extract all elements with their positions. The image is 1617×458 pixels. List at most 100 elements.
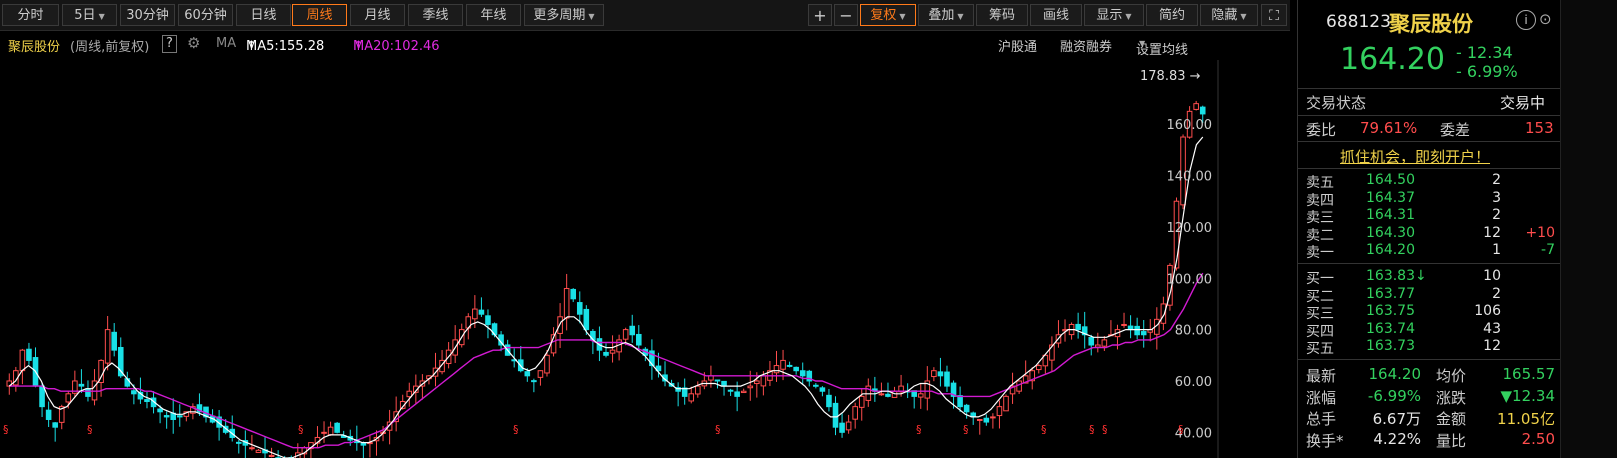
dividend-marker-icon[interactable]: §	[298, 423, 304, 436]
ask-price: 164.20	[1366, 242, 1415, 258]
candle-down	[334, 422, 340, 433]
chevron-down-icon: ▼	[98, 12, 105, 21]
dividend-marker-icon[interactable]: §	[963, 423, 969, 436]
candle-down	[819, 387, 826, 392]
bid-row[interactable]: 买五 163.73 12	[1298, 338, 1561, 357]
quote-panel: 688123 聚辰股份 i ⊙ 164.20 - 12.34 - 6.99% 交…	[1297, 0, 1561, 458]
settings-gear-icon[interactable]: ⚙	[187, 34, 200, 52]
fullscreen-button[interactable]: ⛶	[1261, 4, 1287, 26]
fuquan-dropdown[interactable]: 复权 ▼	[860, 4, 916, 26]
fullscreen-icon: ⛶	[1269, 8, 1279, 24]
bid-price: 163.77	[1366, 285, 1415, 302]
candle-down	[721, 380, 727, 387]
ask-row[interactable]: 卖一 164.20 1 -7	[1298, 242, 1561, 261]
link-margin-trading[interactable]: 融资融券	[1060, 36, 1112, 55]
ask-row[interactable]: 卖四 164.37 3	[1298, 189, 1561, 209]
bid-price: 163.74	[1366, 320, 1415, 337]
candle-up	[996, 406, 1003, 417]
tab-30min[interactable]: 30分钟	[120, 4, 175, 26]
draw-line-button[interactable]: 画线	[1030, 4, 1082, 26]
dividend-marker-icon[interactable]: §	[715, 423, 721, 436]
dividend-marker-icon[interactable]: §	[1041, 423, 1047, 436]
candle-down	[1140, 331, 1147, 336]
candle-down	[839, 422, 845, 433]
bid-row[interactable]: 买三 163.75 106	[1298, 303, 1561, 322]
stat-value: ▼12.34	[1500, 386, 1555, 405]
tab-fenshi[interactable]: 分时	[2, 4, 59, 26]
link-hugutong[interactable]: 沪股通	[998, 36, 1037, 55]
kline-chart[interactable]: 160.00140.00120.00100.0080.0060.0040.00 …	[0, 60, 1290, 458]
stock-code: 688123	[1326, 12, 1391, 32]
candle-down	[485, 315, 491, 325]
overlay-dropdown[interactable]: 叠加 ▼	[918, 4, 974, 26]
tab-monthly[interactable]: 月线	[350, 4, 405, 26]
ask-row[interactable]: 卖五 164.50 2	[1298, 172, 1561, 191]
ask-volume: 3	[1492, 189, 1501, 206]
ask-label: 卖一	[1306, 245, 1334, 261]
zoom-in-button[interactable]: +	[808, 4, 832, 26]
y-tick-label: 120.00	[1167, 221, 1213, 236]
candle-down	[78, 383, 85, 387]
y-tick-label: 100.00	[1167, 272, 1213, 287]
tab-weekly[interactable]: 周线	[292, 4, 347, 26]
candle-down	[734, 391, 740, 397]
candle-down	[531, 380, 537, 383]
help-button[interactable]: ?	[162, 35, 177, 53]
chip-button[interactable]: 筹码	[976, 4, 1028, 26]
tab-daily[interactable]: 日线	[236, 4, 291, 26]
bid-row[interactable]: 买二 163.77 2	[1298, 285, 1561, 305]
open-account-link[interactable]: 抓住机会，即刻开户！	[1340, 146, 1490, 167]
dividend-marker-icon[interactable]: §	[513, 423, 519, 436]
candle-down	[1088, 337, 1095, 346]
simple-mode-button[interactable]: 简约	[1146, 4, 1198, 26]
stat-label: 涨跌	[1436, 388, 1467, 407]
display-dropdown[interactable]: 显示 ▼	[1084, 4, 1144, 26]
bid-row[interactable]: 买一 163.83↓ 10	[1298, 268, 1561, 287]
dividend-marker-icon[interactable]: §	[916, 423, 922, 436]
candle-up	[780, 359, 786, 370]
tab-5day[interactable]: 5日 ▼	[62, 4, 117, 26]
stat-value: 11.05亿	[1497, 410, 1555, 428]
weibi-value: 79.61%	[1360, 119, 1418, 137]
zoom-out-button[interactable]: −	[834, 4, 858, 26]
bid-row[interactable]: 买四 163.74 43	[1298, 320, 1561, 340]
info-icon[interactable]: i	[1516, 10, 1536, 30]
candle-down	[714, 379, 721, 382]
ask-row[interactable]: 卖二 164.30 12 +10	[1298, 225, 1561, 244]
candle-down	[727, 389, 734, 392]
candle-down	[570, 288, 577, 300]
candle-up	[740, 390, 747, 394]
candle-down	[111, 331, 117, 351]
dividend-marker-icon[interactable]: §	[87, 423, 93, 436]
stat-label: 最新	[1306, 367, 1337, 385]
stat-value: 6.67万	[1372, 410, 1421, 428]
y-tick-label: 60.00	[1175, 375, 1212, 390]
tab-yearly[interactable]: 年线	[466, 4, 521, 26]
candle-up	[19, 349, 26, 372]
candle-down	[786, 364, 793, 367]
candle-up	[754, 380, 760, 385]
dividend-marker-icon[interactable]: §	[3, 423, 9, 436]
dividend-marker-icon[interactable]: §	[1178, 423, 1184, 436]
bid-label: 买五	[1306, 341, 1334, 357]
ask-volume: 2	[1492, 207, 1501, 223]
dividend-marker-icon[interactable]: §	[1089, 423, 1095, 436]
dividend-marker-icon[interactable]: §	[1102, 423, 1108, 436]
bid-volume: 10	[1483, 268, 1501, 284]
candle-down	[131, 390, 137, 395]
tab-quarterly[interactable]: 季线	[408, 4, 463, 26]
candle-up	[976, 418, 983, 421]
tab-more-periods[interactable]: 更多周期 ▼	[524, 4, 604, 26]
stats-row: 总手 6.67万 金额 11.05亿	[1298, 408, 1561, 428]
ask-row[interactable]: 卖三 164.31 2	[1298, 207, 1561, 226]
candle-down	[603, 351, 609, 356]
bid-volume: 43	[1483, 320, 1501, 337]
hide-dropdown[interactable]: 隐藏 ▼	[1200, 4, 1258, 26]
tab-60min[interactable]: 60分钟	[178, 4, 233, 26]
weicha-label: 委差	[1440, 121, 1471, 139]
candle-up	[852, 406, 858, 420]
candle-up	[1035, 365, 1042, 371]
collapse-icon[interactable]: ⊙	[1539, 10, 1552, 28]
candle-down	[944, 371, 950, 387]
bid-price: 163.83↓	[1366, 268, 1427, 284]
